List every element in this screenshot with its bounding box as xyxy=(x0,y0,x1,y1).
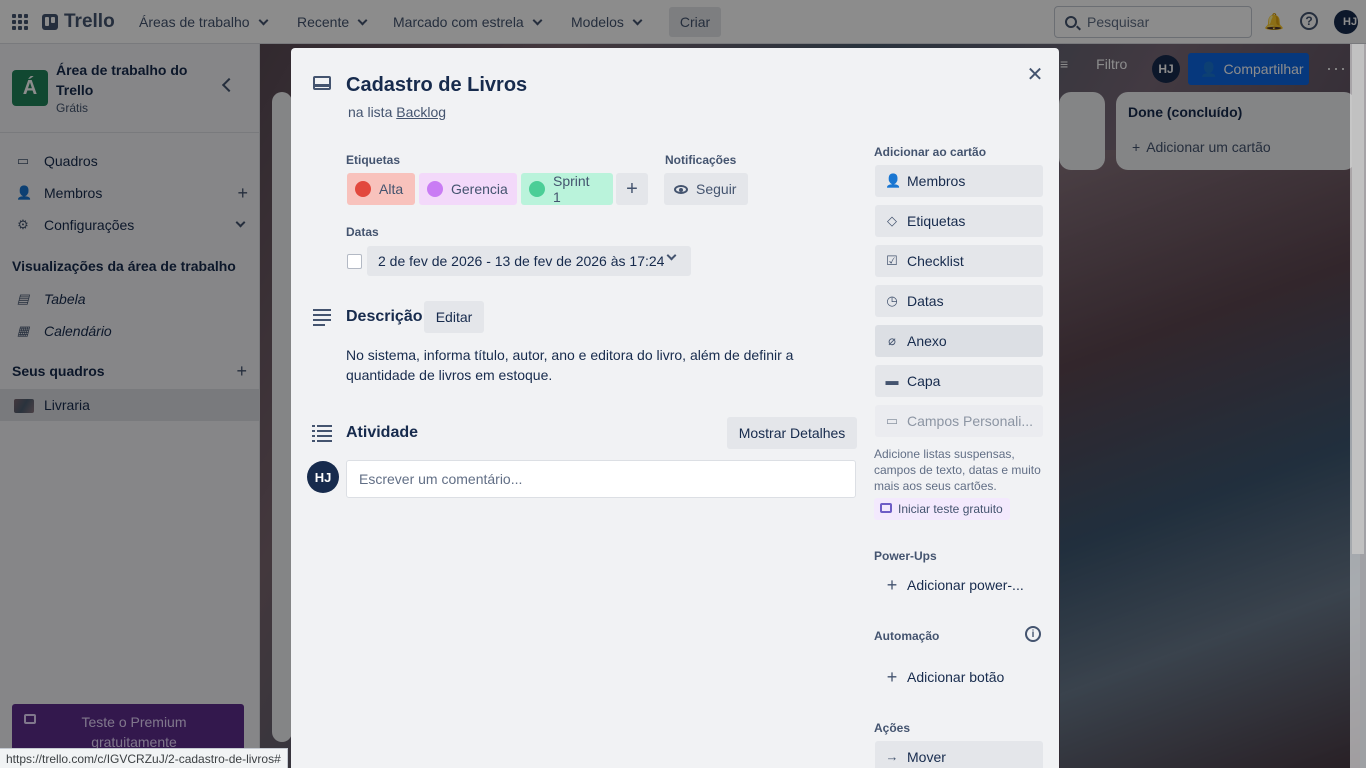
tag-icon: ◇ xyxy=(887,213,897,228)
members-button[interactable]: 👤 Membros xyxy=(875,165,1043,197)
button-label: Checklist xyxy=(907,253,964,269)
checklist-button[interactable]: ☑ Checklist xyxy=(875,245,1043,277)
card-list-info: na lista Backlog xyxy=(348,104,446,120)
labels-button[interactable]: ◇ Etiquetas xyxy=(875,205,1043,237)
label-chip-alta[interactable]: Alta xyxy=(347,173,415,205)
label-color-dot xyxy=(529,181,545,197)
button-label: Membros xyxy=(907,173,966,189)
arrow-right-icon: → xyxy=(885,749,899,764)
status-bar-url: https://trello.com/c/IGVCRZuJ/2-cadastro… xyxy=(0,748,288,768)
dates-value: 2 de fev de 2026 - 13 de fev de 2026 às … xyxy=(378,253,665,269)
custom-fields-button[interactable]: ▭ Campos Personali... xyxy=(875,405,1043,437)
gift-icon xyxy=(880,503,892,513)
follow-label: Seguir xyxy=(696,181,737,197)
custom-fields-note: Adicione listas suspensas, campos de tex… xyxy=(874,447,1041,493)
info-icon[interactable]: i xyxy=(1025,626,1041,642)
button-label: Capa xyxy=(907,373,941,389)
activity-icon xyxy=(312,425,332,442)
label-chip-sprint-1[interactable]: Sprint 1 xyxy=(521,173,613,205)
button-label: Datas xyxy=(907,293,944,309)
add-to-card-title: Adicionar ao cartão xyxy=(874,145,987,159)
label-name: Gerencia xyxy=(451,181,508,197)
show-details-button[interactable]: Mostrar Detalhes xyxy=(727,417,857,449)
clock-icon: ◷ xyxy=(886,293,898,308)
edit-description-button[interactable]: Editar xyxy=(424,301,484,333)
attachment-button[interactable]: ⌀ Anexo xyxy=(875,325,1043,357)
label-name: Sprint 1 xyxy=(553,173,590,205)
label-color-dot xyxy=(427,181,443,197)
automation-title: Automação xyxy=(874,629,940,643)
dates-side-button[interactable]: ◷ Datas xyxy=(875,285,1043,317)
labels-title: Etiquetas xyxy=(346,153,401,167)
close-icon[interactable]: ✕ xyxy=(1023,62,1047,86)
card-title[interactable]: Cadastro de Livros xyxy=(346,74,527,97)
add-label-button[interactable]: + xyxy=(616,173,648,205)
description-title: Descrição xyxy=(346,308,423,325)
move-button[interactable]: → Mover xyxy=(875,741,1043,768)
cover-icon: ▬ xyxy=(885,373,899,388)
plus-icon: + xyxy=(886,667,898,687)
actions-title: Ações xyxy=(874,721,911,735)
label-color-dot xyxy=(355,181,371,197)
chevron-down-icon xyxy=(666,250,677,261)
description-icon xyxy=(313,309,331,326)
button-label: Campos Personali... xyxy=(907,413,1034,429)
card-detail-modal: Cadastro de Livros na lista Backlog ✕ Et… xyxy=(291,48,1059,768)
notifications-title: Notificações xyxy=(665,153,737,167)
button-label: Mover xyxy=(907,749,946,765)
button-label: Adicionar power-... xyxy=(907,577,1024,593)
button-label: Adicionar botão xyxy=(907,669,1005,685)
button-label: Etiquetas xyxy=(907,213,966,229)
start-trial-button[interactable]: Iniciar teste gratuito xyxy=(874,498,1010,520)
label-name: Alta xyxy=(379,181,404,197)
list-link[interactable]: Backlog xyxy=(396,104,446,120)
commenter-avatar: HJ xyxy=(307,461,339,493)
powerups-title: Power-Ups xyxy=(874,549,937,563)
paperclip-icon: ⌀ xyxy=(888,333,896,348)
checklist-icon: ☑ xyxy=(886,253,898,268)
person-icon: 👤 xyxy=(885,173,902,188)
description-text[interactable]: No sistema, informa título, autor, ano e… xyxy=(346,345,816,385)
scrollbar-thumb[interactable] xyxy=(1352,44,1364,554)
button-label: Anexo xyxy=(907,333,947,349)
follow-button[interactable]: Seguir xyxy=(664,173,748,205)
add-powerup-button[interactable]: + Adicionar power-... xyxy=(875,569,1043,601)
trial-label: Iniciar teste gratuito xyxy=(898,502,1003,516)
eye-icon xyxy=(674,184,688,194)
plus-icon: + xyxy=(886,575,898,595)
card-icon xyxy=(313,76,331,90)
dates-button[interactable]: 2 de fev de 2026 - 13 de fev de 2026 às … xyxy=(367,246,691,276)
cover-button[interactable]: ▬ Capa xyxy=(875,365,1043,397)
in-list-prefix: na lista xyxy=(348,104,393,120)
dates-title: Datas xyxy=(346,225,379,239)
activity-title: Atividade xyxy=(346,424,419,441)
comment-input[interactable] xyxy=(346,460,856,498)
label-chip-gerencia[interactable]: Gerencia xyxy=(419,173,517,205)
add-automation-button[interactable]: + Adicionar botão xyxy=(875,661,1043,693)
custom-fields-icon: ▭ xyxy=(885,413,899,428)
due-date-checkbox[interactable] xyxy=(347,254,362,269)
